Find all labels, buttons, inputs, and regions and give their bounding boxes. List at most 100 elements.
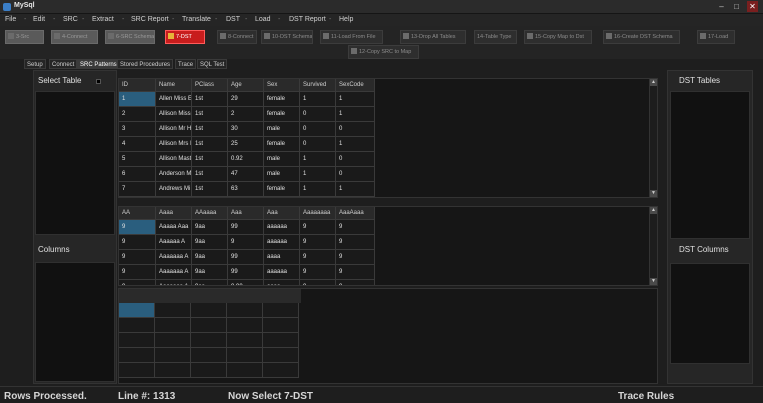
rules-cell[interactable] (155, 303, 191, 318)
grid-cell[interactable]: 4 (119, 137, 156, 152)
grid-cell[interactable]: 0 (300, 107, 336, 122)
grid-cell[interactable]: 1st (192, 167, 228, 182)
grid-cell[interactable]: Aaaaa Aaa (156, 220, 192, 235)
dst-button[interactable]: 7-DST (165, 30, 205, 44)
grid-cell[interactable]: Aaaaaaa A (156, 250, 192, 265)
rules-cell[interactable] (227, 333, 263, 348)
grid-cell[interactable]: 47 (228, 167, 264, 182)
grid-cell[interactable]: Andrews Mi (156, 182, 192, 197)
grid-cell[interactable]: 9aa (192, 280, 228, 285)
grid-cell[interactable]: 9aa (192, 250, 228, 265)
src-connect-button[interactable]: 4-Connect (51, 30, 98, 44)
grid-cell[interactable]: 0 (300, 197, 336, 198)
dst-columns-list[interactable] (670, 263, 750, 364)
table-type-button[interactable]: 14-Table Type (474, 30, 517, 44)
source-grid-scrollbar[interactable]: ▲ ▼ (649, 79, 657, 197)
grid-cell[interactable]: 25 (228, 137, 264, 152)
select-table-checkbox[interactable] (96, 79, 101, 84)
grid-cell[interactable]: 9 (336, 220, 375, 235)
rules-cell[interactable] (227, 348, 263, 363)
grid-cell[interactable]: 99 (228, 250, 264, 265)
grid-cell[interactable]: 0 (336, 197, 375, 198)
grid-cell[interactable]: male (264, 152, 300, 167)
menu-file[interactable]: File (5, 16, 16, 23)
grid-cell[interactable]: 9aa (192, 235, 228, 250)
grid-cell[interactable]: 39 (228, 197, 264, 198)
grid-cell[interactable]: 6 (119, 167, 156, 182)
column-header[interactable]: SexCode (336, 79, 375, 92)
grid-cell[interactable]: 1st (192, 137, 228, 152)
grid-cell[interactable]: 1st (192, 182, 228, 197)
rules-cell[interactable] (119, 303, 155, 318)
grid-cell[interactable]: 1st (192, 107, 228, 122)
menu-edit[interactable]: Edit (33, 16, 45, 23)
grid-cell[interactable]: 7 (119, 182, 156, 197)
column-header[interactable]: AaaAaaa (336, 207, 375, 220)
grid-cell[interactable]: 9 (336, 235, 375, 250)
grid-cell[interactable]: 9 (119, 265, 156, 280)
rules-cell[interactable] (227, 318, 263, 333)
column-header[interactable]: ID (119, 79, 156, 92)
column-header[interactable]: Survived (300, 79, 336, 92)
column-header[interactable]: Aaa (264, 207, 300, 220)
grid-cell[interactable]: 99 (228, 220, 264, 235)
grid-cell[interactable]: 9 (336, 265, 375, 280)
rules-cell[interactable] (191, 363, 227, 378)
grid-cell[interactable]: 9 (300, 250, 336, 265)
menu-extract[interactable]: Extract (92, 16, 114, 23)
scroll-down-icon[interactable]: ▼ (650, 278, 657, 285)
grid-cell[interactable]: 1 (300, 152, 336, 167)
tab-src-patterns[interactable]: SRC Patterns (77, 59, 120, 69)
rules-cell[interactable] (263, 333, 299, 348)
rules-cell[interactable] (227, 363, 263, 378)
grid-cell[interactable]: 8 (119, 197, 156, 198)
rules-cell[interactable] (191, 348, 227, 363)
rules-cell[interactable] (119, 333, 155, 348)
column-header[interactable]: Aaaaaaaa (300, 207, 336, 220)
grid-cell[interactable]: 1st (192, 122, 228, 137)
menu-dst-report[interactable]: DST Report (289, 16, 326, 23)
grid-cell[interactable]: 0 (300, 137, 336, 152)
grid-cell[interactable]: 30 (228, 122, 264, 137)
grid-cell[interactable]: male (264, 197, 300, 198)
load-from-file-button[interactable]: 11-Load From File (320, 30, 383, 44)
menu-translate[interactable]: Translate (182, 16, 211, 23)
rules-cell[interactable] (263, 348, 299, 363)
rules-cell[interactable] (263, 303, 299, 318)
grid-cell[interactable]: 9 (300, 220, 336, 235)
columns-list[interactable] (35, 262, 115, 382)
minimize-button[interactable]: – (716, 1, 727, 12)
grid-cell[interactable]: 0.92 (228, 152, 264, 167)
tab-trace[interactable]: Trace (175, 59, 197, 69)
grid-cell[interactable]: 2 (228, 107, 264, 122)
grid-cell[interactable]: 0 (336, 167, 375, 182)
maximize-button[interactable]: □ (731, 1, 742, 12)
rules-cell[interactable] (119, 363, 155, 378)
load-button[interactable]: 17-Load (697, 30, 735, 44)
grid-cell[interactable]: 2 (119, 107, 156, 122)
menu-help[interactable]: Help (339, 16, 353, 23)
rules-cell[interactable] (227, 303, 263, 318)
rules-cell[interactable] (191, 333, 227, 348)
grid-cell[interactable]: aaaa (264, 250, 300, 265)
grid-cell[interactable]: 9 (119, 250, 156, 265)
rules-cell[interactable] (191, 318, 227, 333)
grid-cell[interactable]: 9 (228, 235, 264, 250)
grid-cell[interactable]: 1st (192, 92, 228, 107)
tab-stored-procedures[interactable]: Stored Procedures (117, 59, 174, 69)
grid-cell[interactable]: 9 (119, 280, 156, 285)
grid-cell[interactable]: 0 (300, 122, 336, 137)
tab-sql-test[interactable]: SQL Test (197, 59, 228, 69)
column-header[interactable]: AA (119, 207, 156, 220)
grid-cell[interactable]: aaaaaa (264, 220, 300, 235)
source-data-grid[interactable]: ID Name PClass Age Sex Survived SexCode … (118, 78, 658, 198)
grid-cell[interactable]: 1 (300, 92, 336, 107)
grid-cell[interactable]: 1 (336, 92, 375, 107)
grid-cell[interactable]: 9 (300, 235, 336, 250)
grid-cell[interactable]: male (264, 122, 300, 137)
grid-cell[interactable]: 9 (119, 235, 156, 250)
rules-cell[interactable] (155, 363, 191, 378)
rules-cell[interactable] (263, 318, 299, 333)
select-table-list[interactable] (35, 91, 115, 235)
grid-cell[interactable]: 9 (300, 280, 336, 285)
